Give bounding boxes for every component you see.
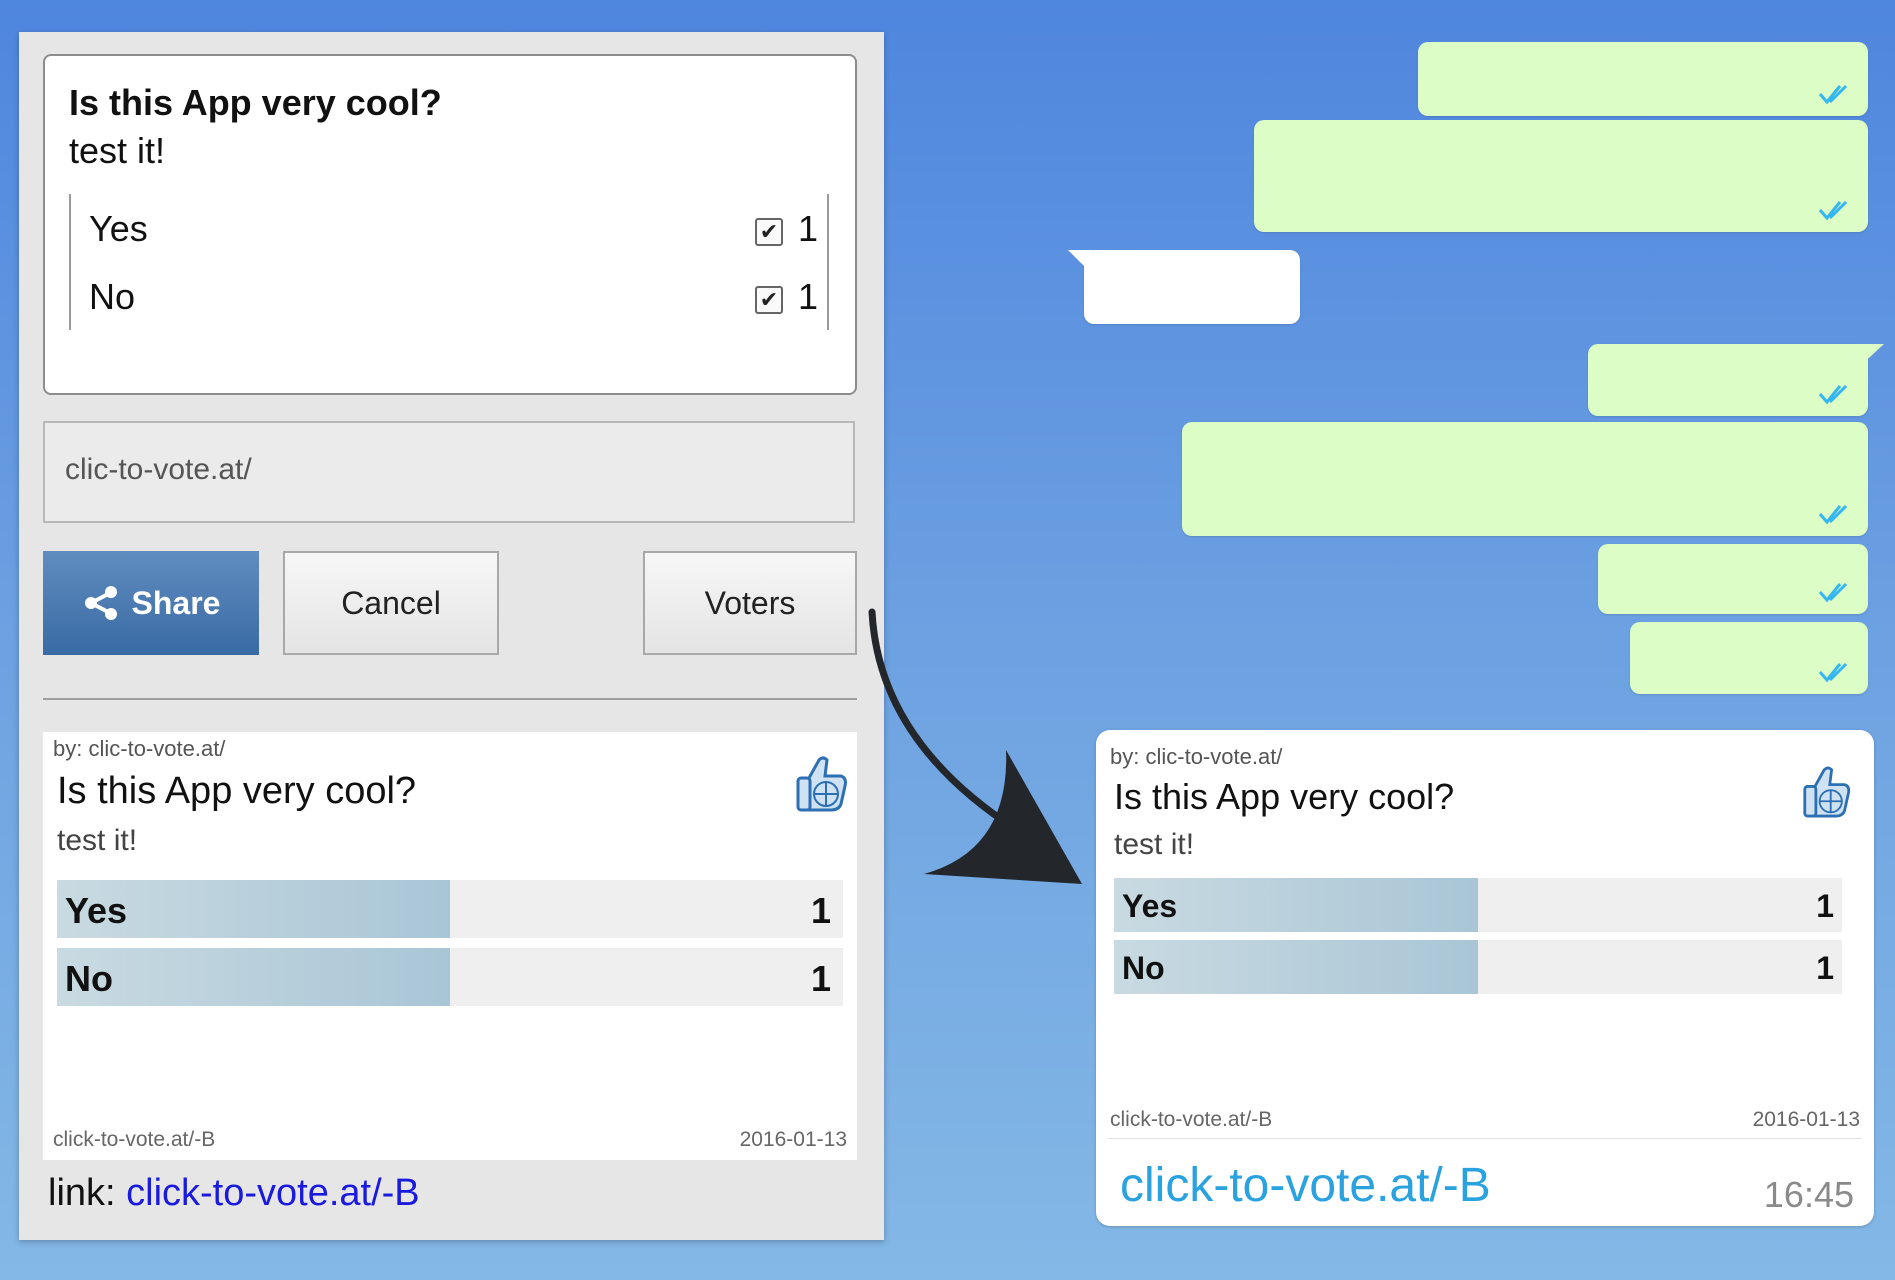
by-prefix: by: [1110, 744, 1140, 769]
result-bar-yes: Yes 1 [57, 880, 843, 938]
result-bar-count: 1 [810, 958, 831, 999]
outgoing-message-bubble[interactable] [1598, 544, 1868, 614]
result-bar-fill [57, 948, 450, 1006]
share-link-line: link: click-to-vote.at/-B [48, 1172, 420, 1215]
result-bar-count: 1 [1816, 950, 1834, 986]
outgoing-message-bubble[interactable] [1418, 42, 1868, 116]
outgoing-bubble-tail [1858, 344, 1884, 368]
option-label: No [89, 276, 136, 317]
by-line: by: clic-to-vote.at/ [53, 736, 225, 762]
result-bar-fill [1114, 940, 1478, 994]
incoming-message-bubble[interactable] [1084, 250, 1300, 324]
poll-options: Yes ✔ 1 No ✔ 1 [69, 194, 829, 330]
by-line: by: clic-to-vote.at/ [1110, 744, 1282, 770]
option-label: Yes [89, 208, 148, 249]
poll-result-card[interactable]: by: clic-to-vote.at/ Is this App very co… [43, 732, 857, 1160]
chat-poll-result-card[interactable]: by: clic-to-vote.at/ Is this App very co… [1108, 740, 1862, 1139]
outgoing-message-bubble[interactable] [1254, 120, 1868, 232]
result-subtitle: test it! [1114, 828, 1195, 861]
double-check-icon [1818, 662, 1848, 683]
poll-option-yes[interactable]: Yes ✔ 1 [71, 194, 827, 262]
message-timestamp: 16:45 [1763, 1174, 1854, 1215]
share-button-label: Share [131, 584, 221, 621]
result-bar-count: 1 [1816, 888, 1834, 924]
cancel-button[interactable]: Cancel [283, 551, 499, 655]
incoming-bubble-tail [1068, 250, 1092, 274]
voters-button-label: Voters [704, 584, 796, 621]
result-bar-label: Yes [1122, 888, 1178, 924]
outgoing-message-bubble[interactable] [1182, 422, 1868, 536]
by-prefix: by: [53, 736, 83, 761]
double-check-icon [1818, 384, 1848, 405]
poll-title: Is this App very cool? [69, 82, 442, 123]
result-title: Is this App very cool? [1114, 776, 1455, 817]
option-count: 1 [798, 208, 819, 249]
voters-button[interactable]: Voters [643, 551, 857, 655]
chat-shared-poll-message[interactable]: by: clic-to-vote.at/ Is this App very co… [1096, 730, 1874, 1226]
chat-shared-link[interactable]: click-to-vote.at/-B [1120, 1158, 1491, 1213]
thumbs-up-globe-icon [1803, 766, 1851, 818]
share-button[interactable]: Share [43, 551, 259, 655]
outgoing-message-bubble[interactable] [1588, 344, 1868, 416]
double-check-icon [1818, 504, 1848, 525]
result-footer-date: 2016-01-13 [739, 1128, 847, 1151]
divider [43, 698, 857, 700]
option-count: 1 [798, 276, 819, 317]
double-check-icon [1818, 582, 1848, 603]
double-check-icon [1818, 200, 1848, 221]
cancel-button-label: Cancel [341, 584, 441, 621]
result-bar-label: No [1122, 950, 1165, 986]
poll-editor-panel: Is this App very cool? test it! Yes ✔ 1 … [19, 32, 884, 1240]
result-bar-yes: Yes 1 [1114, 878, 1842, 932]
result-bar-no: No 1 [57, 948, 843, 1006]
link-prefix: link: [48, 1172, 116, 1214]
result-subtitle: test it! [57, 824, 138, 857]
poll-subtitle: test it! [69, 130, 166, 171]
thumbs-up-globe-icon [796, 756, 847, 812]
checkbox-checked-icon[interactable]: ✔ [755, 218, 783, 246]
by-value: clic-to-vote.at/ [1145, 744, 1283, 769]
result-bar-count: 1 [810, 890, 831, 931]
result-bar-no: No 1 [1114, 940, 1842, 994]
result-footer-url: click-to-vote.at/-B [1110, 1108, 1273, 1131]
result-footer-url: click-to-vote.at/-B [53, 1128, 216, 1151]
poll-preview-card: Is this App very cool? test it! Yes ✔ 1 … [43, 54, 857, 395]
url-input-value: clic-to-vote.at/ [65, 453, 252, 486]
double-check-icon [1818, 84, 1848, 105]
poll-option-no[interactable]: No ✔ 1 [71, 262, 827, 330]
url-input[interactable]: clic-to-vote.at/ [43, 421, 855, 523]
checkbox-checked-icon[interactable]: ✔ [755, 286, 783, 314]
curved-arrow-icon [868, 608, 1082, 884]
share-icon [84, 586, 117, 620]
result-title: Is this App very cool? [57, 770, 417, 812]
result-bar-label: Yes [65, 890, 128, 931]
by-value: clic-to-vote.at/ [88, 736, 226, 761]
share-link[interactable]: click-to-vote.at/-B [126, 1172, 420, 1214]
result-footer-date: 2016-01-13 [1752, 1108, 1860, 1131]
result-bar-label: No [65, 958, 113, 999]
outgoing-message-bubble[interactable] [1630, 622, 1868, 694]
